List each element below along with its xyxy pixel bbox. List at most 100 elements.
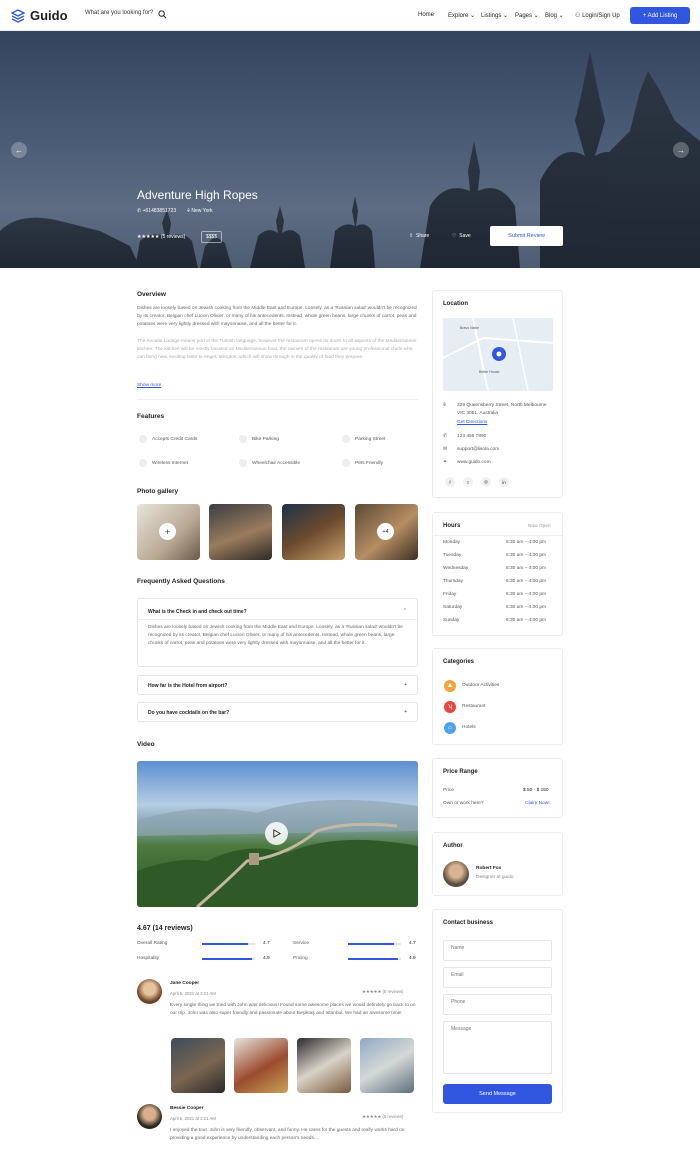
hotel-icon: ⌂ bbox=[444, 722, 456, 734]
name-field[interactable]: Name bbox=[443, 940, 552, 961]
category-item[interactable]: Hotels bbox=[462, 725, 476, 730]
email-field[interactable]: Email bbox=[443, 967, 552, 988]
day-hours: 6:30 am – 4:00 pm bbox=[506, 579, 546, 584]
phone-field[interactable]: Phone bbox=[443, 994, 552, 1015]
rating-label: Service bbox=[293, 941, 309, 946]
rating-summary: 4.67 (14 reviews) bbox=[137, 925, 193, 932]
price-range-title: Price Range bbox=[443, 769, 478, 775]
rating-value: 4.9 bbox=[409, 956, 416, 961]
get-directions-link[interactable]: Get Directions bbox=[457, 420, 487, 425]
faq-item[interactable]: How far is the Hotel from airport? + bbox=[137, 675, 418, 695]
category-item[interactable]: Outdoor Activities bbox=[462, 683, 499, 688]
faq-item-open[interactable]: What is the Check in and check out time?… bbox=[137, 598, 418, 667]
review-photo[interactable] bbox=[360, 1038, 414, 1093]
review-date: April 6, 2021 at 3:21 AM bbox=[170, 1116, 216, 1121]
faq-question[interactable]: Do you have cocktails on the bar? bbox=[148, 710, 229, 716]
nav-blog[interactable]: Blog ⌄ bbox=[545, 12, 564, 19]
linkedin-icon[interactable]: in bbox=[499, 477, 509, 487]
twitter-icon[interactable]: t bbox=[463, 477, 473, 487]
arrow-left-icon: ← bbox=[15, 145, 23, 155]
hours-card: Hours Now Open Monday 6:30 am – 4:00 pm … bbox=[432, 512, 563, 636]
faq-question[interactable]: How far is the Hotel from airport? bbox=[148, 683, 227, 689]
gallery-photo[interactable]: + bbox=[137, 504, 200, 560]
price-badge: $$$$ bbox=[201, 231, 223, 243]
day-label: Monday bbox=[443, 540, 461, 545]
more-photos-badge[interactable]: +4 bbox=[377, 523, 394, 540]
contact-website[interactable]: www.guido.com bbox=[457, 460, 491, 465]
search-icon[interactable] bbox=[158, 10, 167, 19]
divider bbox=[138, 619, 417, 620]
gallery-photo[interactable] bbox=[282, 504, 345, 560]
link-icon: ⚭ bbox=[443, 460, 448, 465]
facebook-icon[interactable]: f bbox=[445, 477, 455, 487]
logo[interactable]: Guido bbox=[11, 8, 68, 23]
video-player[interactable] bbox=[137, 761, 418, 907]
hiking-icon: ⛰ bbox=[444, 680, 456, 692]
show-more-link[interactable]: Show more bbox=[137, 382, 161, 390]
paw-icon bbox=[342, 459, 350, 467]
add-listing-button[interactable]: + Add Listing bbox=[630, 7, 690, 24]
nav-listings[interactable]: Listings ⌄ bbox=[481, 12, 508, 19]
review-stars: ★★★★★ (5 reviews) bbox=[362, 989, 404, 994]
search-input[interactable]: What are you looking for? bbox=[85, 10, 153, 16]
gallery-photo[interactable] bbox=[209, 504, 272, 560]
play-icon bbox=[273, 829, 281, 838]
map[interactable]: Bravo Naive Better House bbox=[443, 318, 553, 391]
hero-next-button[interactable]: → bbox=[673, 142, 689, 158]
plus-icon[interactable]: + bbox=[404, 682, 407, 688]
instagram-icon[interactable]: ◎ bbox=[481, 477, 491, 487]
claim-now-link[interactable]: Claim Now! bbox=[525, 801, 550, 806]
plus-icon[interactable]: + bbox=[404, 709, 407, 715]
play-button[interactable] bbox=[265, 822, 288, 845]
category-item[interactable]: Restaurant bbox=[462, 704, 485, 709]
day-label: Wednesday bbox=[443, 566, 469, 571]
contact-phone[interactable]: 123 456 7890 bbox=[457, 434, 486, 439]
contact-title: Contact business bbox=[443, 920, 494, 926]
divider bbox=[433, 535, 562, 536]
credit-card-icon bbox=[139, 435, 147, 443]
reviewer-name: Jane Cooper bbox=[170, 981, 200, 986]
faq-question[interactable]: What is the Check in and check out time? bbox=[148, 609, 247, 615]
login-link[interactable]: ⚇ Login/Sign Up bbox=[575, 12, 620, 19]
feature-item: Wheelchair Accessible bbox=[239, 459, 300, 467]
faq-item[interactable]: Do you have cocktails on the bar? + bbox=[137, 702, 418, 722]
review-photo[interactable] bbox=[234, 1038, 288, 1093]
nav-home[interactable]: Home bbox=[418, 12, 434, 18]
phone-icon: ✆ bbox=[443, 434, 448, 439]
avatar bbox=[443, 861, 469, 887]
review-photo[interactable] bbox=[297, 1038, 351, 1093]
listing-location: ⌾ New York bbox=[187, 208, 213, 214]
listing-rating: ★★★★★ (5 reviews) bbox=[137, 234, 186, 240]
zoom-plus-icon[interactable]: + bbox=[159, 523, 176, 540]
nav-pages[interactable]: Pages ⌄ bbox=[515, 12, 539, 19]
chevron-up-icon[interactable]: ⌃ bbox=[403, 608, 407, 614]
review-photo[interactable] bbox=[171, 1038, 225, 1093]
author-name[interactable]: Robert Fox bbox=[476, 866, 501, 871]
day-hours: 6:30 am – 4:00 pm bbox=[506, 618, 546, 623]
phone-icon: ✆ bbox=[137, 208, 142, 214]
submit-review-button[interactable]: Submit Review bbox=[490, 226, 563, 246]
share-button[interactable]: ⇪ Share bbox=[409, 233, 429, 239]
day-label: Thursday bbox=[443, 579, 463, 584]
rating-bar-fill bbox=[348, 958, 399, 960]
nav-explore[interactable]: Explore ⌄ bbox=[448, 12, 475, 19]
message-field[interactable]: Message bbox=[443, 1021, 552, 1074]
rating-bar-fill bbox=[202, 958, 253, 960]
hero-prev-button[interactable]: ← bbox=[11, 142, 27, 158]
wheelchair-icon bbox=[239, 459, 247, 467]
contact-email[interactable]: support@lisola.com bbox=[457, 447, 499, 452]
send-message-button[interactable]: Send Message bbox=[443, 1084, 552, 1104]
address: 329 Queensberry Street, North Melbourne … bbox=[457, 403, 547, 416]
avatar bbox=[137, 979, 162, 1004]
gallery-photo[interactable]: +4 bbox=[355, 504, 418, 560]
open-status: Now Open bbox=[528, 524, 551, 529]
day-hours: 6:30 am – 4:00 pm bbox=[506, 540, 546, 545]
rating-value: 4.7 bbox=[263, 941, 270, 946]
feature-item: Bike Parking bbox=[239, 435, 279, 443]
logo-text: Guido bbox=[30, 8, 68, 23]
feature-item: Accepts Credit Cards bbox=[139, 435, 197, 443]
review-text: Every single thing we tried with John wa… bbox=[170, 1003, 416, 1017]
day-hours: 6:30 am – 4:00 pm bbox=[506, 566, 546, 571]
listing-phone[interactable]: ✆ +61483851723 bbox=[137, 208, 176, 214]
save-button[interactable]: ♡ Save bbox=[452, 233, 471, 239]
